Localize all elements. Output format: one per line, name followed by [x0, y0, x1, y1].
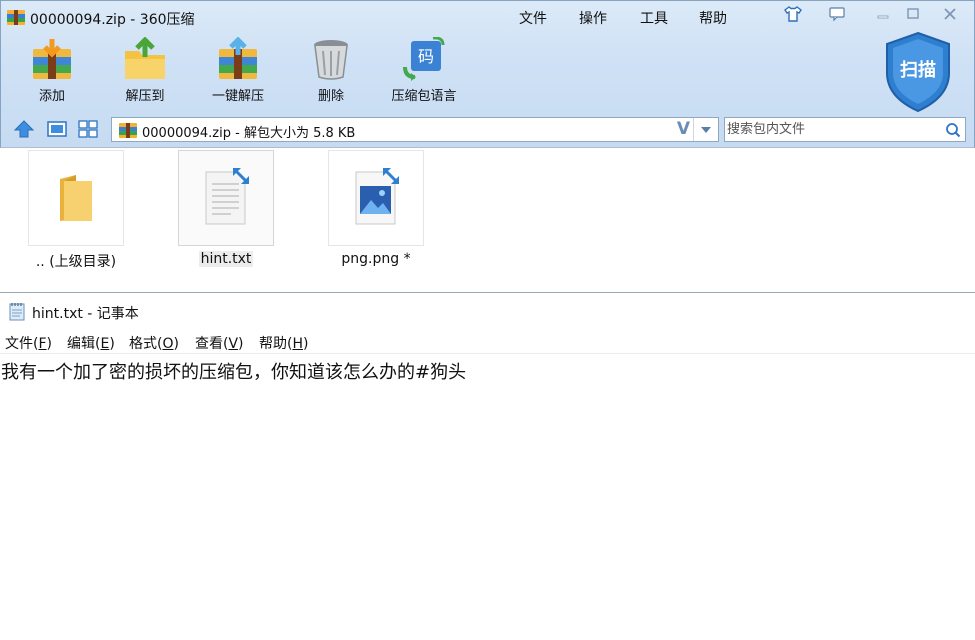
- extract-to-label: 解压到: [125, 89, 165, 104]
- image-file-icon: [355, 168, 399, 225]
- file-name: png.png *: [341, 251, 411, 267]
- file-item-parent-directory[interactable]: .. (上级目录): [26, 150, 126, 271]
- notepad-title: hint.txt - 记事本: [32, 306, 139, 322]
- one-click-extract-label: 一键解压: [211, 89, 264, 104]
- menu-help[interactable]: 帮助: [699, 8, 727, 28]
- up-arrow-icon: [13, 120, 35, 138]
- search-button[interactable]: [943, 120, 963, 139]
- zip-window-title: 00000094.zip - 360压缩: [30, 12, 195, 28]
- zip-file-icon: [119, 123, 137, 138]
- zip-header: 00000094.zip - 360压缩 文件 操作 工具 帮助 添加 解压到 …: [0, 0, 975, 148]
- chevron-down-icon: [701, 126, 711, 133]
- notepad-window: hint.txt - 记事本 文件(F) 编辑(E) 格式(O) 查看(V) 帮…: [0, 294, 975, 640]
- large-icons-view-icon: [47, 121, 67, 137]
- zip-window: 00000094.zip - 360压缩 文件 操作 工具 帮助 添加 解压到 …: [0, 0, 975, 293]
- view-large-icons-button[interactable]: [45, 118, 69, 140]
- file-item-hint-txt[interactable]: hint.txt: [176, 150, 276, 267]
- close-button[interactable]: [938, 4, 962, 24]
- trash-icon: [314, 40, 348, 80]
- notepad-menu-view[interactable]: 查看(V): [195, 333, 244, 353]
- file-thumbnail: [28, 150, 124, 246]
- skin-button[interactable]: [781, 4, 805, 24]
- grid-view-icon: [78, 120, 98, 138]
- add-label: 添加: [38, 89, 65, 104]
- menu-file[interactable]: 文件: [519, 8, 547, 28]
- notepad-menu-format[interactable]: 格式(O): [129, 333, 179, 353]
- file-thumbnail: [328, 150, 424, 246]
- menu-tools[interactable]: 工具: [640, 8, 668, 28]
- notepad-menu-file[interactable]: 文件(F): [5, 333, 52, 353]
- svg-text:码: 码: [418, 47, 434, 66]
- up-button[interactable]: [12, 118, 36, 140]
- one-click-extract-icon: [219, 37, 257, 79]
- search-input[interactable]: [727, 120, 939, 139]
- notepad-menu-edit[interactable]: 编辑(E): [67, 333, 115, 353]
- delete-button[interactable]: 删除: [286, 37, 376, 104]
- minimize-icon: [877, 15, 889, 19]
- feedback-button[interactable]: [825, 4, 849, 24]
- file-thumbnail: [178, 150, 274, 246]
- address-dropdown-button[interactable]: [693, 118, 718, 141]
- notepad-text-area[interactable]: 我有一个加了密的损坏的压缩包，你知道该怎么办的#狗头: [1, 358, 971, 638]
- encoding-icon: 码: [403, 37, 445, 81]
- file-name: hint.txt: [198, 251, 254, 267]
- folder-icon: [60, 175, 92, 221]
- file-item-png-png[interactable]: png.png *: [326, 150, 426, 267]
- maximize-button[interactable]: [901, 4, 925, 24]
- tshirt-icon: [784, 6, 802, 22]
- address-text: 00000094.zip - 解包大小为 5.8 KB: [142, 126, 356, 141]
- archive-language-label: 压缩包语言: [391, 89, 457, 104]
- notepad-icon: [9, 303, 25, 321]
- minimize-button[interactable]: [871, 4, 895, 24]
- archive-language-button[interactable]: 码 压缩包语言: [379, 37, 469, 104]
- extract-folder-icon: [125, 37, 165, 79]
- scan-label: 扫描: [900, 60, 936, 81]
- search-box: [724, 117, 966, 142]
- delete-label: 删除: [317, 89, 344, 104]
- notepad-menubar: 文件(F) 编辑(E) 格式(O) 查看(V) 帮助(H): [0, 330, 975, 354]
- notepad-menu-help[interactable]: 帮助(H): [259, 333, 308, 353]
- chat-icon: [829, 7, 845, 22]
- add-archive-icon: [33, 39, 71, 79]
- menu-operation[interactable]: 操作: [579, 8, 607, 28]
- text-file-icon: [205, 168, 249, 225]
- file-name: .. (上级目录): [35, 254, 117, 270]
- add-button[interactable]: 添加: [7, 37, 97, 104]
- address-v-marker: V: [676, 119, 690, 139]
- zip-app-icon: [7, 10, 25, 25]
- extract-to-button[interactable]: 解压到: [100, 37, 190, 104]
- close-icon: [944, 8, 956, 20]
- maximize-icon: [907, 8, 919, 19]
- search-icon: [946, 122, 961, 137]
- address-bar[interactable]: 00000094.zip - 解包大小为 5.8 KB V: [111, 117, 719, 142]
- view-details-button[interactable]: [76, 118, 100, 140]
- one-click-extract-button[interactable]: 一键解压: [193, 37, 283, 104]
